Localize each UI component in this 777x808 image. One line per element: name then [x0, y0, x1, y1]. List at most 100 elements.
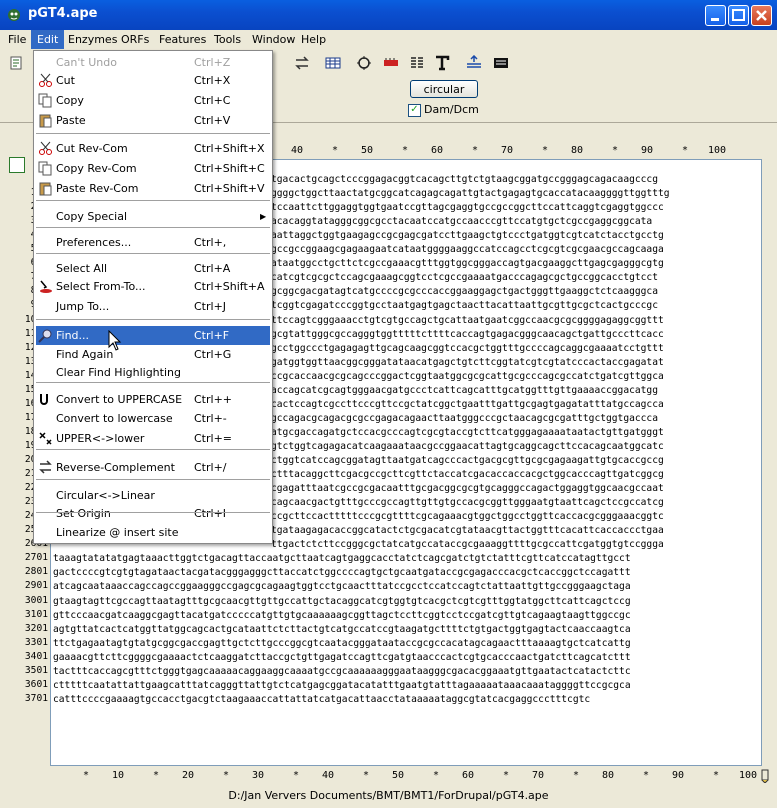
- edit-menu-item-linearize-insert-site[interactable]: Linearize @ insert site: [36, 523, 270, 542]
- ruler-tick: *: [713, 770, 720, 781]
- sequence-line[interactable]: catcgtcgcgctccagcgaaagcggtcctcgccgaaaatg…: [271, 270, 658, 285]
- edit-menu-item-circular-linear[interactable]: Circular<->Linear: [36, 486, 270, 505]
- sequence-line[interactable]: gtaagtagttcgccagttaatagtttgcgcaacgttgttg…: [53, 594, 631, 609]
- sequence-line[interactable]: cgagatttaatcgccgcgacaatttgcgacggcgcgtgca…: [271, 481, 664, 496]
- paste-icon: [39, 182, 52, 196]
- ruler-bottom: * 10 * 20 * 30 * 40 * 50 * 60 * 70 * 80 * 90 * 100: [50, 770, 762, 784]
- edit-menu-item-find-again[interactable]: Find Again Ctrl+G: [36, 345, 270, 364]
- close-icon: [756, 10, 767, 21]
- gel-icon[interactable]: [493, 55, 509, 71]
- maximize-button[interactable]: [728, 5, 749, 26]
- menu-item-label: Convert to UPPERCASE: [56, 393, 183, 406]
- sequence-line[interactable]: gatggtggttaacggcgggatataacatgagctgtcttcg…: [271, 355, 664, 370]
- sequence-line[interactable]: tgataagagacaccggcatactctgcgacatcgtataacg…: [271, 523, 664, 538]
- edit-menu-item-paste-rev-com[interactable]: Paste Rev-Com Ctrl+Shift+V: [36, 179, 270, 198]
- sequence-line[interactable]: accagcatcgcagtgggaacgatgccctcattcagcattt…: [271, 383, 658, 398]
- menu-item-label: Paste: [56, 114, 86, 127]
- table-icon[interactable]: [325, 55, 341, 71]
- ruler-tick: *: [83, 770, 90, 781]
- sequence-line[interactable]: tactttcaccagcgtttctgggtgagcaaaaacaggaagg…: [53, 664, 631, 679]
- menu-item-shortcut: Ctrl+Shift+A: [194, 280, 265, 293]
- menu-file[interactable]: File: [2, 30, 32, 49]
- sequence-line[interactable]: ctttttcaatattattgaagcatttatcagggttattgtc…: [53, 678, 631, 693]
- sequence-line[interactable]: ttctgagaatagtgtatgcggcgaccgagttgctcttgcc…: [53, 636, 631, 651]
- menu-help[interactable]: Help: [295, 30, 332, 49]
- edit-menu-item-clear-find-highlighting[interactable]: Clear Find Highlighting: [36, 363, 270, 382]
- menu-tools[interactable]: Tools: [208, 30, 247, 49]
- edit-menu-item-copy-rev-com[interactable]: Copy Rev-Com Ctrl+Shift+C: [36, 159, 270, 178]
- sequence-line[interactable]: gtctggtcagagacatcaagaaataacgccggaacattag…: [271, 439, 664, 454]
- sequence-line[interactable]: catttccccgaaaagtgccacctgacgtctaagaaaccat…: [53, 692, 590, 707]
- sequence-line[interactable]: agtgttatcactcatggttatggcagcactgcataattct…: [53, 622, 631, 637]
- edit-menu-item-cut[interactable]: Cut Ctrl+X: [36, 71, 270, 90]
- sequence-line[interactable]: gccagacgcagacgcgccgagacagaacttaatgggcccg…: [271, 411, 658, 426]
- menu-features[interactable]: Features: [153, 30, 212, 49]
- sequence-line[interactable]: tcggtcgagatcccggtgcctaatgagtgagctaacttac…: [271, 298, 658, 313]
- menu-item-shortcut: Ctrl+/: [194, 461, 227, 474]
- sequence-line[interactable]: gccgccggaagcgagaagaatcataatggggaaggccatc…: [271, 242, 664, 257]
- edit-menu-item-set-origin[interactable]: Set Origin Ctrl+I: [36, 504, 270, 523]
- enzyme-map-icon[interactable]: [383, 55, 399, 71]
- edit-menu-item-find[interactable]: Find... Ctrl+F: [36, 326, 270, 345]
- menu-orfs[interactable]: ORFs: [115, 30, 155, 49]
- sequence-line[interactable]: gcctggccctgagagagttgcagcaagcggtccacgctgg…: [271, 341, 664, 356]
- sequence-line[interactable]: gcgtattgggcgccagggtggtttttcttttcaccagtga…: [271, 327, 664, 342]
- menu-item-label: Select From-To...: [56, 280, 146, 293]
- sequence-line[interactable]: ctggtcatccagcggatagttaatgatcagcccactgacg…: [271, 453, 664, 468]
- menu-window[interactable]: Window: [246, 30, 301, 49]
- sequence-line[interactable]: gaaaacgttcttcggggcgaaaactctcaaggatcttacc…: [53, 650, 631, 665]
- edit-menu-item-copy-special[interactable]: Copy Special ▶: [36, 207, 270, 226]
- edit-menu-item-cut-rev-com[interactable]: Cut Rev-Com Ctrl+Shift+X: [36, 139, 270, 158]
- edit-menu-item-copy[interactable]: Copy Ctrl+C: [36, 91, 270, 110]
- sequence-line[interactable]: ccgcaccaacgcgcagcccggactcggtaatggcgcgcat…: [271, 369, 664, 384]
- sequence-line[interactable]: cactccagtcgccttcccgttccgctatcggctgaatttg…: [271, 397, 664, 412]
- sequence-line[interactable]: tccaattcttggaggtggtgaatccgttagcgaggtgccg…: [271, 200, 664, 215]
- sequence-line[interactable]: ggggctggcttaactatgcggcatcagagcagattgtact…: [271, 186, 670, 201]
- sequence-line[interactable]: gcggcgacgatagtcatgccccgcgcccaccggaaggagc…: [271, 284, 658, 299]
- edit-menu-item-convert-to-lowercase[interactable]: Convert to lowercase Ctrl+-: [36, 409, 270, 428]
- sequence-line[interactable]: ctttacaggcttcgacgccgcttcgttctaccatcgacac…: [271, 467, 664, 482]
- plasmid-map-icon[interactable]: [356, 55, 372, 71]
- sequence-line-number: 3001: [24, 594, 48, 606]
- sequence-line-number: 2901: [24, 580, 48, 592]
- sequence-line[interactable]: gttcccaacgatcaaggcgagttacatgatcccccatgtt…: [53, 608, 631, 623]
- edit-menu-item-can-t-undo[interactable]: Can't Undo Ctrl+Z: [36, 53, 270, 72]
- align-icon[interactable]: [466, 55, 482, 71]
- sequence-line[interactable]: acacaggtatagggcggcgcctacaatccatgccaacccg…: [271, 214, 652, 229]
- ruler-tick: *: [363, 770, 370, 781]
- edit-menu-item-select-all[interactable]: Select All Ctrl+A: [36, 259, 270, 278]
- sequence-line[interactable]: ttccagtcgggaaacctgtcgtgccagctgcattaatgaa…: [271, 313, 664, 328]
- sequence-line[interactable]: ttgactctcttccgggcgctatcatgccataccgcgaaag…: [271, 537, 664, 552]
- circular-button[interactable]: circular: [410, 80, 478, 98]
- new-file-icon[interactable]: [8, 55, 24, 71]
- edit-menu-item-preferences[interactable]: Preferences... Ctrl+,: [36, 233, 270, 252]
- edit-menu-item-jump-to[interactable]: Jump To... Ctrl+J: [36, 297, 270, 316]
- damdcm-checkbox[interactable]: ✓: [408, 104, 421, 117]
- close-button[interactable]: [751, 5, 772, 26]
- sequence-line[interactable]: cagcaacgactgtttgcccgccagttgttgtgccacgcgg…: [271, 495, 664, 510]
- sequence-line[interactable]: atcagcaataaaccagccagccggaagggccgagcgcaga…: [53, 579, 631, 594]
- sequence-line-number: 3201: [24, 622, 48, 634]
- sequence-line[interactable]: tgacactgcagctcccggagacggtcacagcttgtctgta…: [271, 172, 658, 187]
- edit-menu-item-paste[interactable]: Paste Ctrl+V: [36, 111, 270, 130]
- text-icon[interactable]: [434, 55, 450, 71]
- edit-menu-item-convert-to-uppercase[interactable]: Convert to UPPERCASE Ctrl++: [36, 390, 270, 409]
- sequence-line[interactable]: taaagtatatatgagtaaacttggtctgacagttaccaat…: [53, 551, 631, 566]
- edit-menu-item-select-from-to[interactable]: Select From-To... Ctrl+Shift+A: [36, 277, 270, 296]
- minimize-button[interactable]: [705, 5, 726, 26]
- ruler-tick: *: [223, 770, 230, 781]
- sequence-line[interactable]: aattaggctggtgaagagccgcgagcgatccttgaagctg…: [271, 228, 664, 243]
- ruler-tick: *: [402, 145, 409, 156]
- sequence-line[interactable]: ccgcttccactttttcccgcgttttcgcagaaacgtggct…: [271, 509, 664, 524]
- sequence-line[interactable]: ataatggcctgcttctcgccgaaacgtttggtggcgggac…: [271, 256, 664, 271]
- menu-edit[interactable]: Edit: [31, 30, 65, 49]
- ruler-tick: *: [542, 145, 549, 156]
- reverse-strand-icon[interactable]: [294, 55, 310, 71]
- edit-menu-item-upper-lower[interactable]: UPPER<->lower Ctrl+=: [36, 429, 270, 448]
- enzyme-list-icon[interactable]: [409, 55, 425, 71]
- ruler-tick: 30: [252, 770, 265, 781]
- sequence-line[interactable]: atgcgaccagatgctccacgcccagtcgcgtaccgtcttc…: [271, 425, 664, 440]
- sequence-line[interactable]: gactccccgtcgtgtagataactacgatacgggagggctt…: [53, 565, 631, 580]
- ruler-tick: 60: [431, 145, 444, 156]
- edit-menu-item-reverse-complement[interactable]: Reverse-Complement Ctrl+/: [36, 458, 270, 477]
